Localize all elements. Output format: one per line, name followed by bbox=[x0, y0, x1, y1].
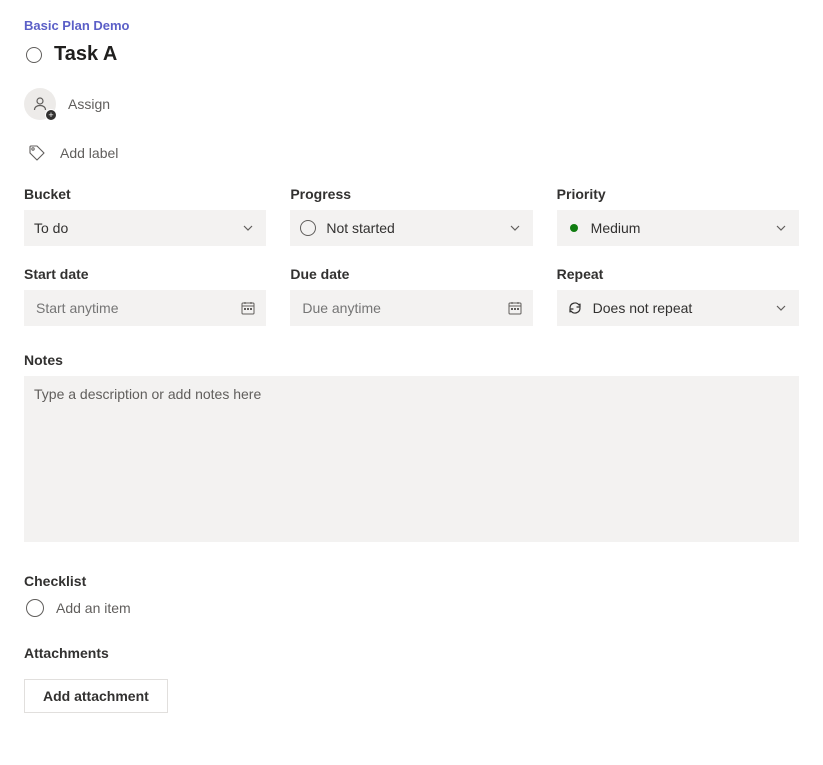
checklist-section: Checklist Add an item bbox=[24, 573, 799, 617]
notes-textarea[interactable] bbox=[24, 376, 799, 542]
plan-link[interactable]: Basic Plan Demo bbox=[24, 18, 799, 33]
add-label-text: Add label bbox=[60, 145, 118, 161]
assign-label: Assign bbox=[68, 96, 110, 112]
repeat-value: Does not repeat bbox=[593, 300, 693, 316]
checklist-add-row[interactable]: Add an item bbox=[24, 599, 799, 617]
bucket-value: To do bbox=[34, 220, 68, 236]
repeat-icon bbox=[567, 300, 583, 316]
add-badge-icon: + bbox=[45, 109, 57, 121]
task-title-row: Task A bbox=[24, 43, 799, 66]
assign-avatar-wrap: + bbox=[24, 88, 56, 120]
not-started-icon bbox=[300, 220, 316, 236]
notes-label: Notes bbox=[24, 352, 799, 368]
checklist-add-text: Add an item bbox=[56, 600, 131, 616]
progress-field: Progress Not started bbox=[290, 186, 532, 246]
start-date-field: Start date bbox=[24, 266, 266, 326]
priority-select[interactable]: Medium bbox=[557, 210, 799, 246]
bucket-label: Bucket bbox=[24, 186, 266, 202]
priority-medium-icon bbox=[570, 224, 578, 232]
repeat-field: Repeat Does not repeat bbox=[557, 266, 799, 326]
priority-label: Priority bbox=[557, 186, 799, 202]
add-label-button[interactable]: Add label bbox=[28, 144, 799, 162]
start-date-input[interactable] bbox=[34, 299, 240, 317]
bucket-select[interactable]: To do bbox=[24, 210, 266, 246]
start-date-label: Start date bbox=[24, 266, 266, 282]
chevron-down-icon bbox=[773, 300, 789, 316]
chevron-down-icon bbox=[240, 220, 256, 236]
due-date-input-wrap[interactable] bbox=[290, 290, 532, 326]
checklist-item-circle[interactable] bbox=[26, 599, 44, 617]
chevron-down-icon bbox=[773, 220, 789, 236]
due-date-input[interactable] bbox=[300, 299, 506, 317]
attachments-label: Attachments bbox=[24, 645, 799, 661]
start-date-input-wrap[interactable] bbox=[24, 290, 266, 326]
priority-value: Medium bbox=[591, 220, 641, 236]
repeat-select[interactable]: Does not repeat bbox=[557, 290, 799, 326]
due-date-field: Due date bbox=[290, 266, 532, 326]
progress-value: Not started bbox=[326, 220, 394, 236]
attachments-section: Attachments Add attachment bbox=[24, 645, 799, 713]
chevron-down-icon bbox=[507, 220, 523, 236]
assign-button[interactable]: + Assign bbox=[24, 88, 799, 120]
notes-section: Notes bbox=[24, 352, 799, 547]
progress-label: Progress bbox=[290, 186, 532, 202]
progress-select[interactable]: Not started bbox=[290, 210, 532, 246]
calendar-icon[interactable] bbox=[507, 300, 523, 316]
due-date-label: Due date bbox=[290, 266, 532, 282]
checklist-label: Checklist bbox=[24, 573, 799, 589]
task-title[interactable]: Task A bbox=[54, 43, 117, 66]
repeat-label: Repeat bbox=[557, 266, 799, 282]
tag-icon bbox=[28, 144, 46, 162]
bucket-field: Bucket To do bbox=[24, 186, 266, 246]
complete-task-circle[interactable] bbox=[26, 47, 42, 63]
calendar-icon[interactable] bbox=[240, 300, 256, 316]
add-attachment-button[interactable]: Add attachment bbox=[24, 679, 168, 713]
priority-field: Priority Medium bbox=[557, 186, 799, 246]
